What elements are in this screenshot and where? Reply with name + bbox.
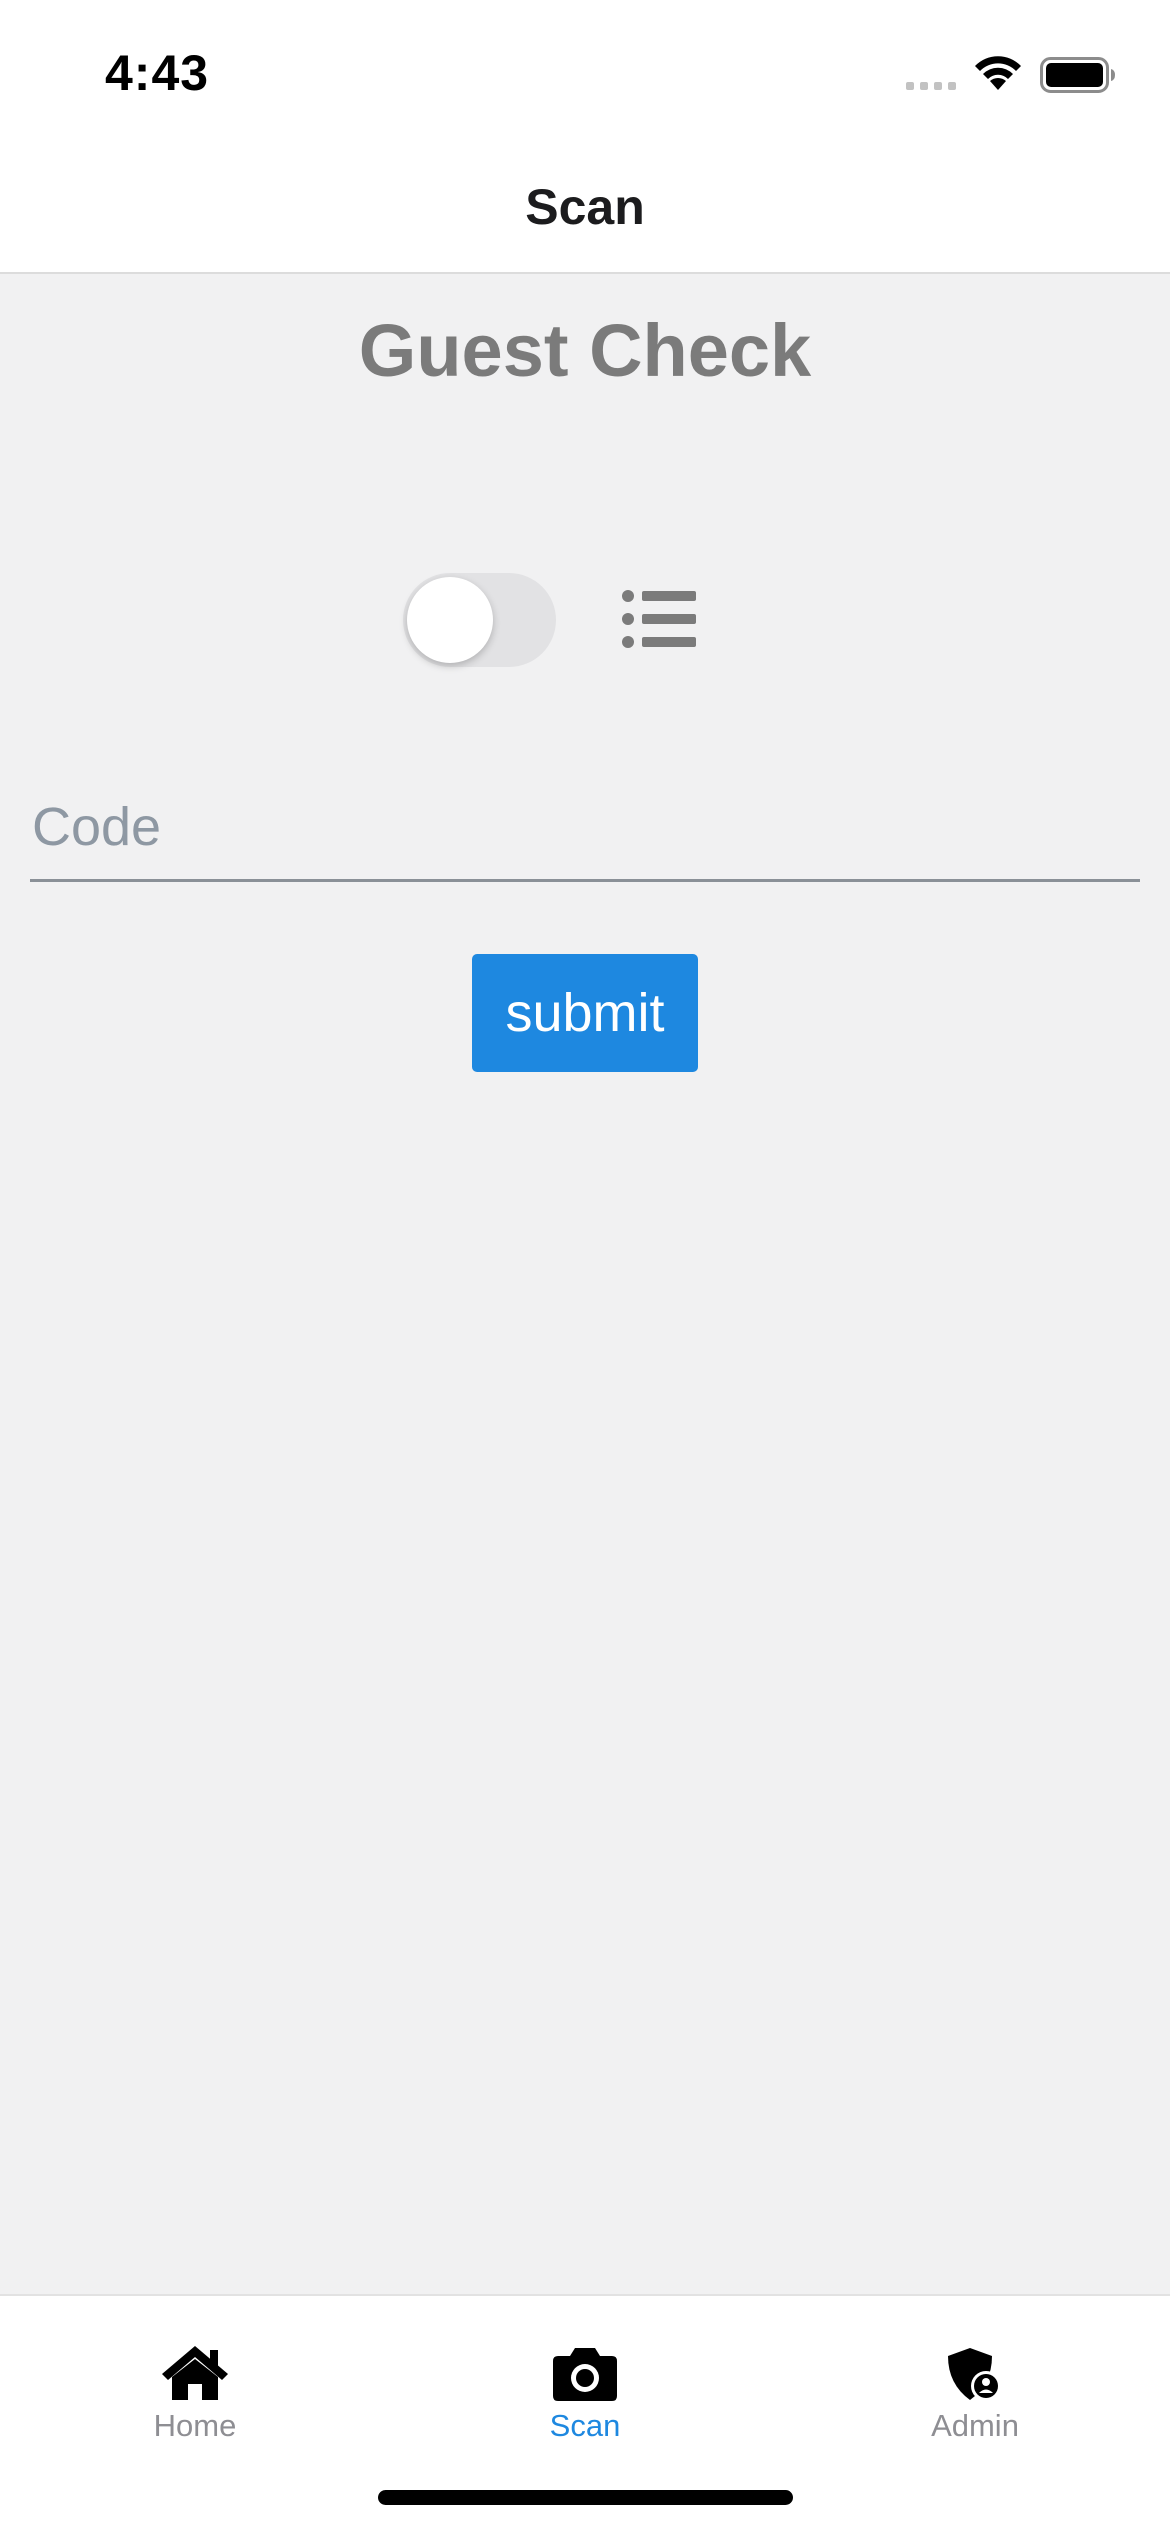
tab-home[interactable]: Home — [0, 2296, 390, 2456]
tab-admin-label: Admin — [931, 2408, 1019, 2443]
camera-icon — [553, 2348, 617, 2401]
tab-home-label: Home — [153, 2408, 237, 2443]
nav-title: Scan — [525, 179, 645, 235]
shield-user-icon — [948, 2348, 1001, 2401]
code-field — [30, 770, 1140, 882]
mode-toggle[interactable] — [403, 573, 556, 667]
tab-admin[interactable]: Admin — [780, 2296, 1170, 2456]
home-icon — [162, 2346, 228, 2400]
status-bar: 4:43 — [0, 0, 1170, 140]
code-input[interactable] — [30, 770, 1140, 879]
toggle-knob — [407, 577, 493, 663]
navigation-bar: Scan — [0, 140, 1170, 274]
scan-screen: 4:43 Scan Guest Check submit — [0, 0, 1170, 2532]
home-indicator — [378, 2490, 793, 2505]
status-time: 4:43 — [105, 45, 210, 101]
battery-icon — [1040, 57, 1115, 93]
list-icon[interactable] — [622, 590, 696, 648]
submit-button[interactable]: submit — [472, 954, 698, 1072]
cellular-signal-icon — [906, 82, 956, 90]
tab-scan-label: Scan — [549, 2408, 621, 2443]
wifi-icon — [975, 56, 1021, 90]
page-title: Guest Check — [358, 309, 812, 392]
tab-scan[interactable]: Scan — [390, 2296, 780, 2456]
